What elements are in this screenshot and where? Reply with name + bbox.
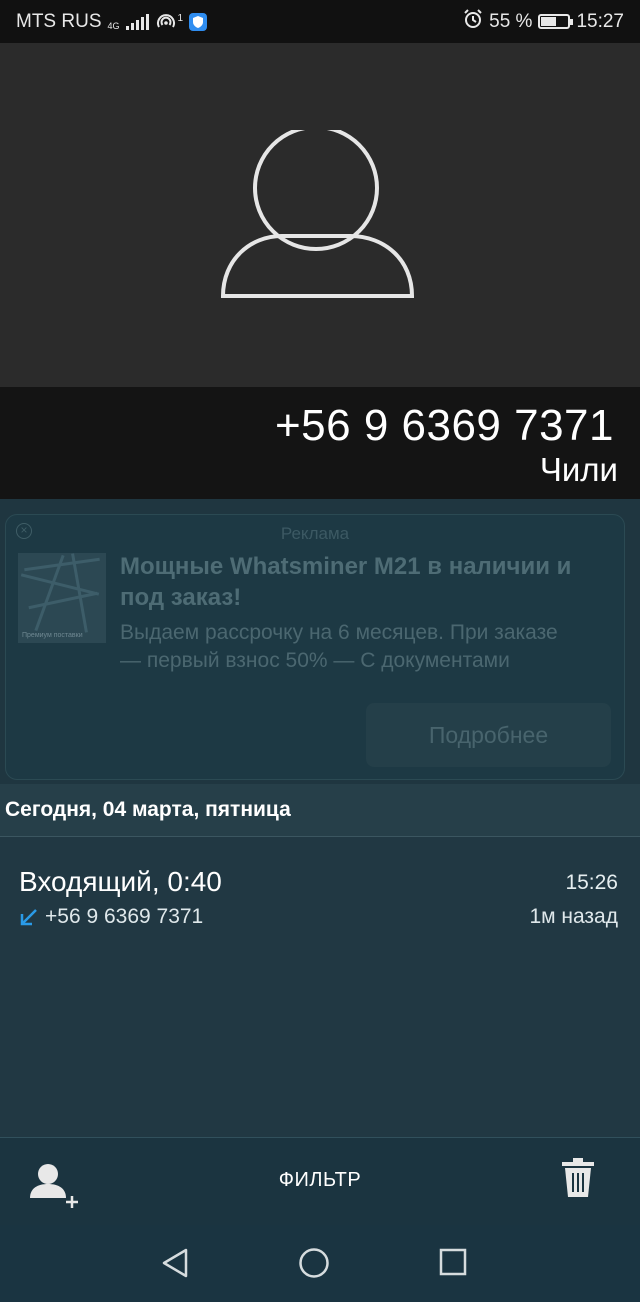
ad-title[interactable]: Мощные Whatsminer M21 в наличии и под за… [120, 551, 620, 613]
date-header: Сегодня, 04 марта, пятница [0, 784, 640, 837]
call-relative-time: 1м назад [529, 905, 618, 928]
alarm-icon [463, 8, 483, 35]
signal-icon [125, 13, 149, 30]
bottom-toolbar: ФИЛЬТР [0, 1137, 640, 1225]
status-bar-left: MTS RUS 4G 1 [16, 10, 208, 33]
contact-location: Чили [539, 451, 618, 488]
back-triangle-icon[interactable] [160, 1247, 190, 1279]
person-placeholder-icon [220, 130, 415, 298]
call-time: 15:26 [565, 871, 618, 894]
call-log-entry[interactable]: Входящий, 0:40 15:26 +56 9 6369 7371 1м … [0, 837, 640, 947]
ad-image-caption: Премиум поставки [22, 632, 83, 639]
contact-header: +56 9 6369 7371 Чили [0, 387, 640, 499]
ad-image[interactable]: Премиум поставки [18, 553, 106, 643]
status-bar: MTS RUS 4G 1 55 % 15:27 [0, 0, 640, 43]
call-log-list: Входящий, 0:40 15:26 +56 9 6369 7371 1м … [0, 837, 640, 1137]
status-bar-right: 55 % 15:27 [463, 8, 624, 35]
carrier-name: MTS RUS [16, 10, 102, 32]
contact-phone-number: +56 9 6369 7371 [274, 401, 614, 450]
incoming-call-arrow-icon [20, 909, 37, 926]
filter-button[interactable]: ФИЛЬТР [0, 1169, 640, 1192]
system-nav-bar [0, 1225, 640, 1302]
hotspot-count: 1 [177, 12, 184, 24]
recents-square-icon[interactable] [438, 1247, 468, 1277]
battery-percent: 55 % [489, 10, 533, 32]
ad-label: Реклама [280, 524, 350, 543]
clock: 15:27 [576, 10, 624, 32]
battery-icon [538, 14, 574, 29]
contact-avatar-area [0, 43, 640, 387]
home-circle-icon[interactable] [298, 1247, 330, 1279]
ad-banner[interactable]: × Реклама Премиум поставки Мощные Whatsm… [5, 514, 625, 780]
hotspot-icon: 1 [155, 12, 184, 31]
call-number: +56 9 6369 7371 [45, 905, 204, 928]
call-type-duration: Входящий, 0:40 [19, 866, 222, 897]
ad-more-button[interactable]: Подробнее [366, 703, 611, 767]
shield-icon [189, 12, 208, 31]
trash-icon[interactable] [560, 1158, 596, 1198]
ad-text: Выдаем рассрочку на 6 месяцев. При заказ… [120, 621, 558, 672]
network-type: 4G [107, 20, 120, 31]
